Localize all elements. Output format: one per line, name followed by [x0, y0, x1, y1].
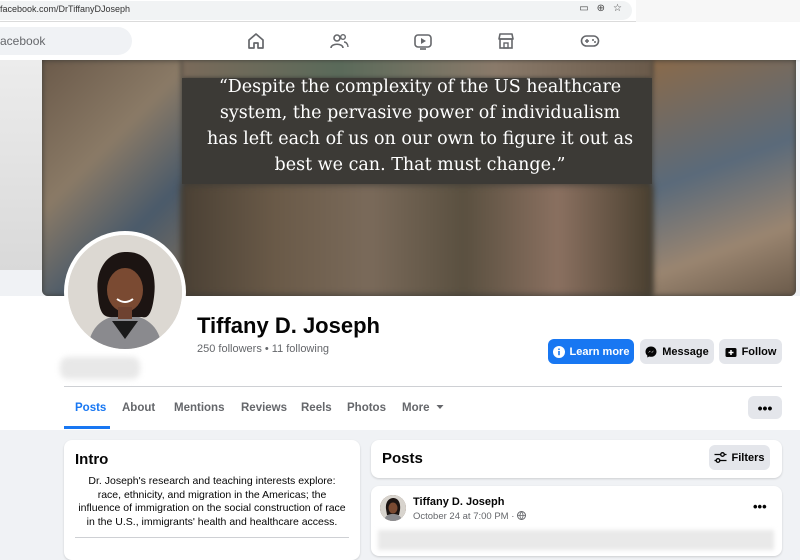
zoom-icon[interactable]: ⊕ [597, 3, 605, 14]
url-actions: ▭ ⊕ ☆ [579, 3, 622, 14]
post-date-text: October 24 at 7:00 PM · [413, 511, 518, 522]
friends-icon[interactable] [329, 31, 349, 51]
header-divider [64, 386, 782, 387]
browser-address-bar: facebook.com/DrTiffanyDJoseph ▭ ⊕ ☆ [0, 0, 800, 22]
tab-reviews[interactable]: Reviews [241, 402, 287, 414]
facebook-top-nav: acebook [0, 22, 800, 60]
posts-title: Posts [382, 450, 423, 467]
learn-more-label: Learn more [569, 345, 630, 358]
cover-quote: “Despite the complexity of the US health… [180, 74, 660, 178]
watch-icon[interactable] [413, 31, 433, 51]
follow-button[interactable]: Follow [719, 339, 782, 364]
intro-bio: Dr. Joseph's research and teaching inter… [78, 475, 346, 528]
avatar-thumbnail-icon [380, 495, 406, 521]
extensions-area [636, 0, 800, 22]
post-author[interactable]: Tiffany D. Joseph [413, 496, 504, 508]
intro-title: Intro [75, 451, 109, 468]
globe-icon [517, 511, 527, 520]
tab-about[interactable]: About [122, 402, 155, 414]
url-field[interactable]: facebook.com/DrTiffanyDJoseph ▭ ⊕ ☆ [0, 1, 632, 20]
posts-card: Posts Filters [371, 440, 782, 478]
avatar-photo [68, 235, 182, 349]
search-placeholder: acebook [0, 34, 46, 48]
tab-photos[interactable]: Photos [347, 402, 386, 414]
bookmark-star-icon[interactable]: ☆ [613, 3, 622, 14]
tab-more-label: More [402, 402, 430, 414]
quote-line: system, the pervasive power of individua… [219, 103, 621, 123]
cover-mosaic-right [652, 60, 796, 296]
message-label: Message [662, 345, 709, 358]
message-button[interactable]: Message [640, 339, 714, 364]
post-content-blurred [378, 530, 774, 550]
sliders-icon [714, 452, 727, 463]
tab-posts[interactable]: Posts [75, 402, 106, 414]
post-options-button[interactable]: ••• [753, 499, 767, 514]
blurred-region [60, 357, 140, 379]
gaming-icon[interactable] [580, 31, 600, 51]
url-text: facebook.com/DrTiffanyDJoseph [0, 4, 131, 14]
info-icon [552, 345, 565, 358]
tab-mentions[interactable]: Mentions [174, 402, 224, 414]
intro-divider [75, 537, 349, 538]
cast-icon[interactable]: ▭ [579, 3, 588, 14]
profile-more-options-button[interactable]: ••• [748, 396, 782, 419]
follow-label: Follow [741, 345, 777, 358]
chevron-down-icon [436, 405, 444, 409]
tab-reels[interactable]: Reels [301, 402, 332, 414]
marketplace-icon[interactable] [496, 31, 516, 51]
filters-label: Filters [731, 451, 765, 464]
home-icon[interactable] [246, 31, 266, 51]
search-input[interactable]: acebook [0, 27, 132, 55]
filters-button[interactable]: Filters [709, 445, 770, 470]
messenger-icon [645, 346, 657, 357]
quote-line: has left each of us on our own to figure… [206, 129, 634, 149]
follow-icon [725, 347, 737, 357]
cover-mosaic-bottom [182, 184, 652, 296]
profile-name: Tiffany D. Joseph [197, 313, 380, 338]
quote-line: “Despite the complexity of the US health… [218, 77, 622, 97]
quote-line: best we can. That must change.” [274, 155, 566, 175]
post-avatar[interactable] [380, 495, 406, 521]
profile-stats[interactable]: 250 followers • 11 following [197, 343, 329, 355]
avatar-portrait-icon [68, 235, 182, 349]
post-timestamp[interactable]: October 24 at 7:00 PM · [413, 511, 527, 522]
active-tab-indicator [64, 426, 110, 429]
tab-more[interactable]: More [402, 402, 444, 414]
profile-avatar[interactable] [64, 231, 186, 353]
intro-card: Intro Dr. Joseph's research and teaching… [64, 440, 360, 560]
learn-more-button[interactable]: Learn more [548, 339, 634, 364]
left-page-edge [0, 60, 42, 270]
